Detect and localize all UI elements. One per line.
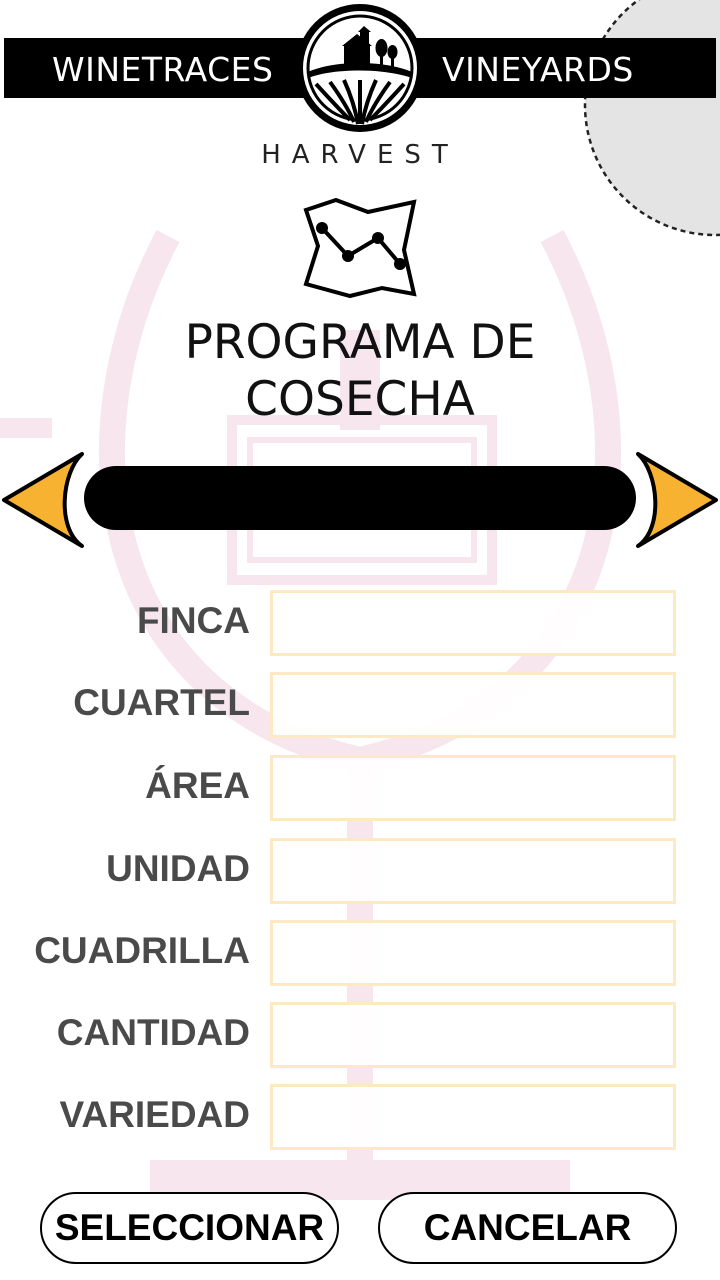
vineyard-house-icon (296, 4, 424, 132)
form-row-cuartel: CUARTEL (0, 672, 720, 740)
cancel-button[interactable]: CANCELAR (378, 1192, 677, 1264)
select-button[interactable]: SELECCIONAR (40, 1192, 339, 1264)
page-title-line2: COSECHA (245, 372, 475, 427)
cuartel-label: CUARTEL (73, 682, 250, 723)
variedad-input[interactable] (270, 1084, 676, 1150)
harvest-subtitle: HARVEST (261, 140, 459, 170)
form-row-area: ÁREA (0, 755, 720, 823)
form-row-cuadrilla: CUADRILLA (0, 920, 720, 988)
page-title-line1: PROGRAMA DE (184, 315, 536, 370)
triangle-right-icon[interactable] (636, 452, 720, 548)
cuadrilla-label: CUADRILLA (34, 930, 250, 971)
page-title: PROGRAMA DE COSECHA (0, 314, 720, 428)
unidad-input[interactable] (270, 838, 676, 904)
triangle-left-icon[interactable] (0, 452, 84, 548)
finca-input[interactable] (270, 590, 676, 656)
brand-right-text: VINEYARDS (442, 50, 634, 89)
corner-circle-decoration (583, 0, 720, 237)
brand-left-text: WINETRACES (52, 50, 274, 89)
form-row-variedad: VARIEDAD (0, 1084, 720, 1152)
form-row-cantidad: CANTIDAD (0, 1002, 720, 1070)
form-row-finca: FINCA (0, 590, 720, 658)
finca-label: FINCA (136, 600, 250, 641)
cantidad-input[interactable] (270, 1002, 676, 1068)
map-route-icon (303, 198, 417, 299)
cuadrilla-input[interactable] (270, 920, 676, 986)
cuartel-input[interactable] (270, 672, 676, 738)
variedad-label: VARIEDAD (59, 1094, 251, 1135)
program-selector[interactable] (84, 466, 636, 530)
area-label: ÁREA (145, 765, 250, 806)
area-input[interactable] (270, 755, 676, 821)
cantidad-label: CANTIDAD (56, 1012, 250, 1053)
unidad-label: UNIDAD (106, 848, 250, 889)
form-row-unidad: UNIDAD (0, 838, 720, 906)
